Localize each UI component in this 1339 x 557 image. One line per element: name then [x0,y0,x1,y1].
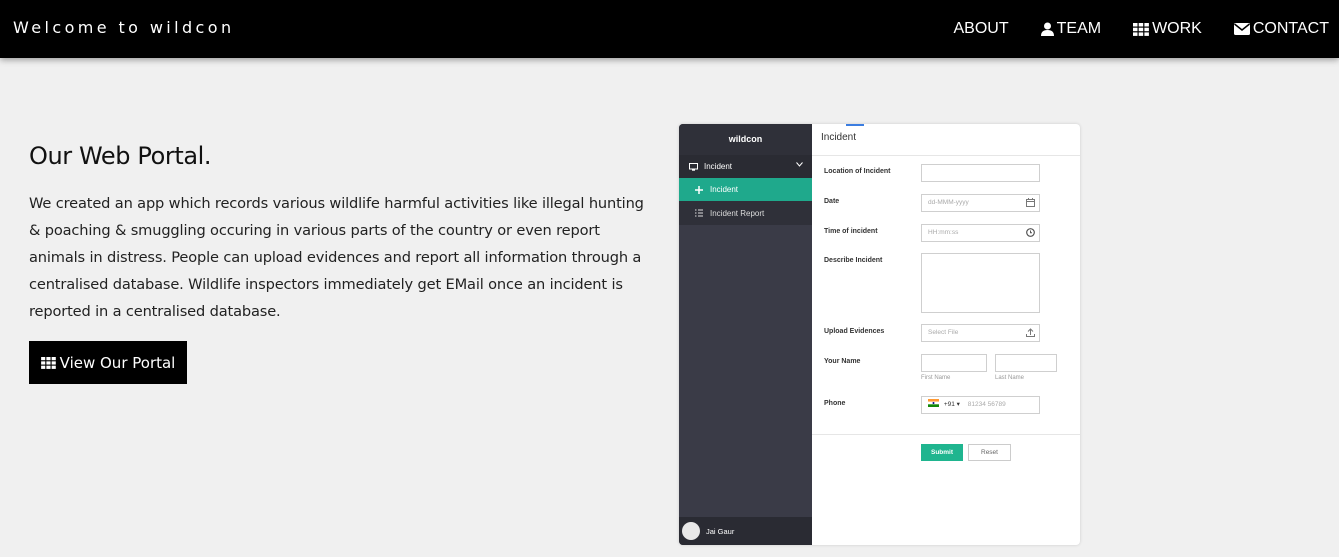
section-description: We created an app which records various … [29,195,644,320]
last-name-hint: Last Name [995,375,1025,381]
chevron-down-icon [796,162,803,167]
date-label: Date [824,198,840,205]
section-title: Our Web Portal. [29,142,212,170]
list-icon [695,209,703,217]
top-navbar: Welcome to wildcon ABOUT TEAM WORK CONTA… [0,0,1339,58]
upload-field: Select File [921,324,1040,342]
phone-label: Phone [824,400,846,407]
nav-work-label: WORK [1152,20,1202,37]
india-flag-icon [928,399,939,407]
describe-field [921,253,1040,313]
upload-label: Upload Evidences [824,328,885,335]
tab-indicator [846,124,864,126]
nav-work[interactable]: WORK [1133,20,1202,38]
user-icon [1040,22,1054,36]
view-portal-button[interactable]: View Our Portal [29,341,187,384]
date-field: dd-MMM-yyyy [921,194,1040,212]
nav-about[interactable]: ABOUT [954,20,1009,38]
sidebar-item-incident-report: Incident Report [679,201,812,225]
name-label: Your Name [824,358,861,365]
brand-title[interactable]: Welcome to wildcon [13,18,234,37]
nav-menu: ABOUT TEAM WORK CONTACT [922,0,1330,58]
location-label: Location of Incident [824,168,891,175]
sidebar-group-label: Incident [704,162,733,171]
sidebar-item-label: Incident [710,185,739,194]
sidebar-user: Jai Gaur [679,517,812,545]
grid-icon [1133,22,1149,36]
divider [812,155,1080,156]
clock-icon [1026,228,1035,237]
nav-about-label: ABOUT [953,20,1009,37]
portal-logo: wildcon [679,124,812,155]
portal-screenshot: wildcon Incident Incident Incident Repor… [679,124,1080,545]
portal-sidebar: wildcon Incident Incident Incident Repor… [679,124,812,545]
time-label: Time of incident [824,228,878,235]
sidebar-user-name: Jai Gaur [706,526,735,536]
portal-main: Incident Location of Incident Date dd-MM… [812,124,1080,545]
location-field [921,164,1040,182]
grid-icon [40,356,56,369]
last-name-field [995,354,1057,372]
reset-button: Reset [968,444,1011,461]
time-field: HH:mm:ss [921,224,1040,242]
time-placeholder: HH:mm:ss [928,229,959,236]
sidebar-item-incident: Incident [679,178,812,201]
sidebar-item-label: Incident Report [710,208,765,218]
upload-icon [1026,328,1035,337]
phone-placeholder: 81234 56789 [967,401,1006,408]
submit-button: Submit [921,444,963,461]
phone-field: +91 ▾ 81234 56789 [921,396,1040,414]
calendar-icon [1026,198,1035,207]
nav-contact[interactable]: CONTACT [1233,20,1329,38]
avatar [682,522,700,540]
date-placeholder: dd-MMM-yyyy [928,199,969,206]
sidebar-group-incident: Incident [679,155,812,178]
nav-team-label: TEAM [1056,20,1102,37]
first-name-field [921,354,987,372]
portal-page-title: Incident [821,132,857,143]
envelope-icon [1233,23,1250,35]
first-name-hint: First Name [921,375,951,381]
plus-icon [695,185,703,194]
view-portal-label: View Our Portal [59,353,176,372]
describe-label: Describe Incident [824,257,883,264]
monitor-icon [689,162,698,171]
nav-team[interactable]: TEAM [1040,20,1102,38]
phone-code: +91 [943,401,955,408]
upload-placeholder: Select File [928,329,959,336]
nav-contact-label: CONTACT [1252,20,1329,37]
divider [812,434,1080,435]
